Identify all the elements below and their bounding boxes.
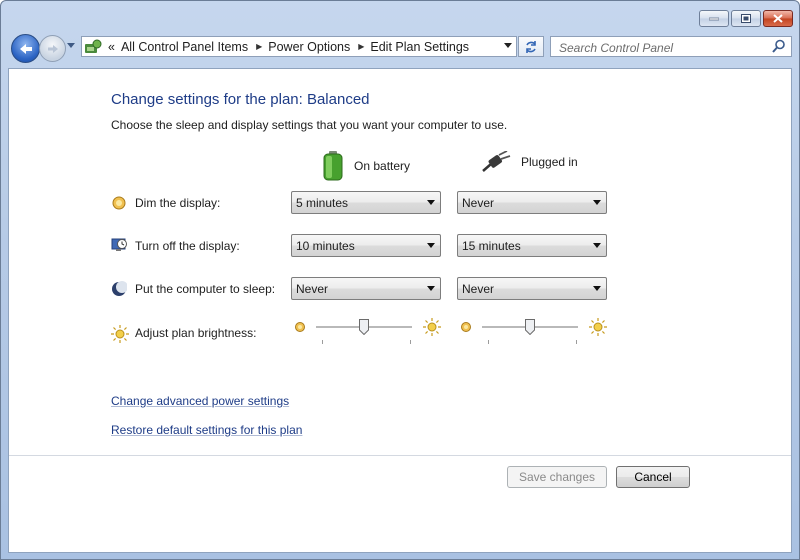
dropdown-arrow-icon: [593, 200, 601, 205]
dim-display-icon: [112, 196, 126, 210]
dropdown-arrow-icon: [593, 286, 601, 291]
slider-tick: [410, 340, 411, 344]
row-label-dim-display: Dim the display:: [135, 196, 221, 210]
back-arrow-icon: [19, 43, 32, 54]
turn-off-display-battery-select[interactable]: 10 minutes: [291, 234, 441, 257]
column-header-plugged: Plugged in: [481, 151, 578, 173]
page-subtitle: Choose the sleep and display settings th…: [111, 118, 508, 132]
row-label-brightness: Adjust plan brightness:: [135, 326, 257, 340]
dim-display-battery-select[interactable]: 5 minutes: [291, 191, 441, 214]
refresh-button[interactable]: [518, 36, 544, 57]
bright-brightness-icon: [589, 318, 607, 336]
close-button[interactable]: [763, 10, 793, 27]
cancel-button[interactable]: Cancel: [616, 466, 690, 488]
brightness-sun-icon: [111, 325, 129, 343]
slider-thumb[interactable]: [525, 319, 535, 335]
chevron-down-icon: [504, 43, 512, 48]
row-label-sleep: Put the computer to sleep:: [135, 282, 276, 296]
breadcrumb-all-control-panel-items[interactable]: All Control Panel Items: [121, 40, 248, 54]
dim-display-plugged-select[interactable]: Never: [457, 191, 607, 214]
search-input[interactable]: [557, 38, 771, 57]
forward-button[interactable]: [39, 35, 66, 62]
slider-tick: [488, 340, 489, 344]
select-value: Never: [462, 196, 495, 210]
dropdown-arrow-icon: [427, 243, 435, 248]
power-plug-icon: [482, 151, 511, 172]
dropdown-arrow-icon: [593, 243, 601, 248]
recent-pages-dropdown[interactable]: [67, 41, 75, 50]
close-icon: [773, 14, 783, 23]
select-value: 10 minutes: [296, 239, 355, 253]
slider-tick: [322, 340, 323, 344]
battery-icon: [323, 151, 343, 181]
breadcrumb-edit-plan-settings[interactable]: Edit Plan Settings: [370, 40, 469, 54]
select-value: Never: [296, 282, 329, 296]
slider-thumb[interactable]: [359, 319, 369, 335]
select-value: 5 minutes: [296, 196, 349, 210]
breadcrumb-separator-icon[interactable]: ▶: [256, 42, 262, 51]
breadcrumb-power-options[interactable]: Power Options: [268, 40, 350, 54]
dropdown-arrow-icon: [427, 200, 435, 205]
column-header-battery: On battery: [322, 151, 410, 181]
page-title: Change settings for the plan: Balanced: [111, 91, 370, 108]
caption-buttons: [699, 10, 793, 27]
moon-sleep-icon: [112, 281, 127, 296]
maximize-icon: [741, 14, 751, 23]
divider: [9, 455, 791, 456]
bright-brightness-icon: [423, 318, 441, 336]
sleep-plugged-select[interactable]: Never: [457, 277, 607, 300]
advanced-power-settings-link[interactable]: Change advanced power settings: [111, 394, 289, 408]
search-box: [550, 36, 792, 57]
address-history-dropdown[interactable]: [504, 41, 512, 50]
slider-tick: [576, 340, 577, 344]
back-button[interactable]: [11, 34, 40, 63]
brightness-slider-battery[interactable]: [292, 318, 442, 349]
address-bar[interactable]: « All Control Panel Items ▶ Power Option…: [81, 36, 517, 57]
dropdown-arrow-icon: [427, 286, 435, 291]
restore-defaults-link[interactable]: Restore default settings for this plan: [111, 423, 302, 437]
column-label-plugged: Plugged in: [521, 155, 578, 169]
window-frame: « All Control Panel Items ▶ Power Option…: [0, 0, 800, 560]
save-changes-button[interactable]: Save changes: [507, 466, 607, 488]
dim-brightness-icon: [295, 322, 305, 332]
chevron-down-icon: [67, 43, 75, 48]
row-label-turn-off-display: Turn off the display:: [135, 239, 240, 253]
turn-off-display-plugged-select[interactable]: 15 minutes: [457, 234, 607, 257]
select-value: 15 minutes: [462, 239, 521, 253]
forward-arrow-icon: [47, 44, 58, 53]
sleep-battery-select[interactable]: Never: [291, 277, 441, 300]
control-panel-icon: [84, 39, 102, 55]
monitor-clock-icon: [111, 238, 127, 251]
breadcrumb-separator-icon[interactable]: ▶: [358, 42, 364, 51]
select-value: Never: [462, 282, 495, 296]
minimize-button[interactable]: [699, 10, 729, 27]
column-label-battery: On battery: [354, 159, 411, 173]
content-pane: Change settings for the plan: Balanced C…: [8, 68, 792, 553]
maximize-button[interactable]: [731, 10, 761, 27]
brightness-slider-plugged[interactable]: [458, 318, 608, 349]
refresh-icon: [526, 40, 536, 53]
search-icon[interactable]: [772, 39, 786, 53]
breadcrumb-overflow[interactable]: «: [108, 40, 115, 54]
minimize-icon: [709, 17, 719, 20]
dim-brightness-icon: [461, 322, 471, 332]
